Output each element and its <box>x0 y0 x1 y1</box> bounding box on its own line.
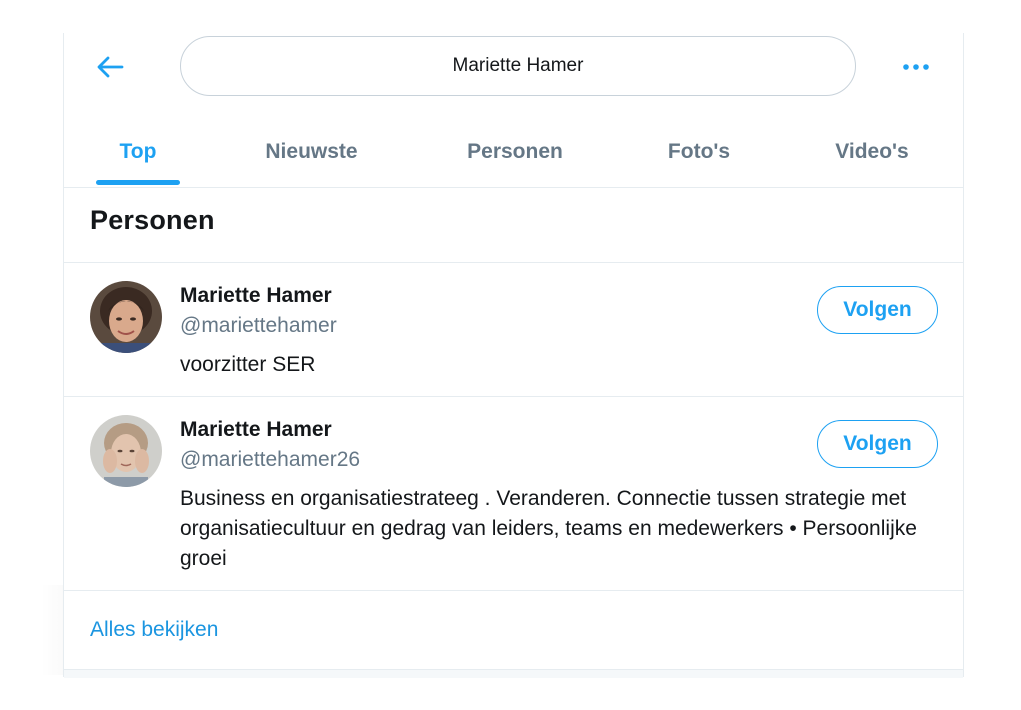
tab-top[interactable]: Top <box>96 117 180 187</box>
avatar[interactable] <box>90 281 162 353</box>
person-bio: Business en organisatiestrateeg . Verand… <box>180 487 917 570</box>
person-bio: voorzitter SER <box>180 353 316 376</box>
avatar[interactable] <box>90 415 162 487</box>
person-card[interactable]: Mariette Hamer @mariettehamer26 Business… <box>64 396 963 590</box>
divider <box>64 590 963 591</box>
person-name[interactable]: Mariette Hamer <box>180 418 332 442</box>
person-name[interactable]: Mariette Hamer <box>180 284 332 308</box>
page-edge-shade <box>40 585 64 675</box>
back-button[interactable] <box>86 47 134 87</box>
more-horizontal-icon <box>903 64 929 70</box>
search-tabs: Top Nieuwste Personen Foto's Video's <box>64 117 963 188</box>
tab-nieuwste[interactable]: Nieuwste <box>254 117 369 187</box>
section-footer-band <box>64 669 963 678</box>
tab-fotos[interactable]: Foto's <box>656 117 742 187</box>
person-handle: @mariettehamer <box>180 314 337 337</box>
person-card[interactable]: Mariette Hamer @mariettehamer voorzitter… <box>64 262 963 396</box>
tab-personen[interactable]: Personen <box>456 117 574 187</box>
active-tab-indicator <box>96 180 180 185</box>
more-button[interactable] <box>894 49 938 85</box>
follow-button[interactable]: Volgen <box>817 286 938 334</box>
section-title: Personen <box>90 205 215 235</box>
arrow-left-icon <box>97 56 124 78</box>
person-handle: @mariettehamer26 <box>180 448 361 471</box>
follow-button[interactable]: Volgen <box>817 420 938 468</box>
search-results-column: Top Nieuwste Personen Foto's Video's Per… <box>63 33 964 678</box>
see-all-link[interactable]: Alles bekijken <box>90 618 218 642</box>
search-input[interactable] <box>212 54 824 78</box>
search-field[interactable] <box>180 36 856 96</box>
tab-videos[interactable]: Video's <box>824 117 920 187</box>
